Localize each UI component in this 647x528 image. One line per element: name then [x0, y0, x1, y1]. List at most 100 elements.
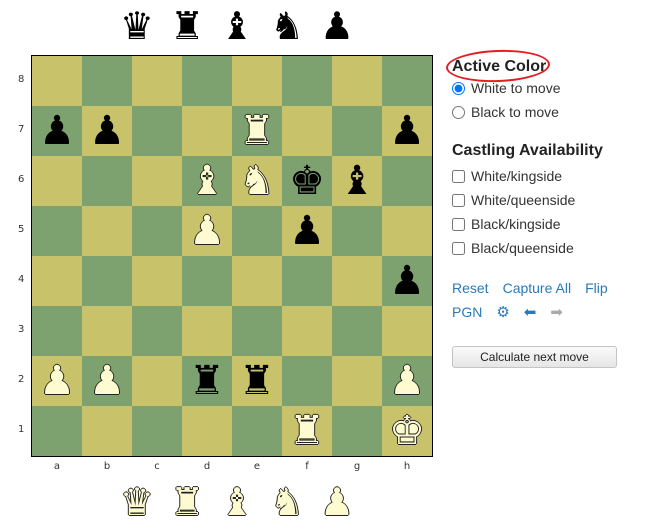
square-a1[interactable]: [32, 406, 82, 456]
arrow-left-icon[interactable]: ⬅: [524, 303, 537, 321]
square-e8[interactable]: [232, 56, 282, 106]
capture-all-link[interactable]: Capture All: [503, 280, 571, 296]
square-f5[interactable]: ♟: [282, 206, 332, 256]
white-queenside-checkbox[interactable]: [452, 193, 465, 207]
black-to-move-radio[interactable]: [452, 105, 465, 119]
white-pawn-icon[interactable]: ♟: [389, 361, 425, 401]
square-d6[interactable]: ♝: [182, 156, 232, 206]
square-h1[interactable]: ♚: [382, 406, 432, 456]
square-f1[interactable]: ♜: [282, 406, 332, 456]
white-spare-queen-icon[interactable]: ♛: [112, 480, 162, 524]
square-b2[interactable]: ♟: [82, 356, 132, 406]
square-b6[interactable]: [82, 156, 132, 206]
white-to-move-option[interactable]: White to move: [452, 76, 642, 100]
square-g3[interactable]: [332, 306, 382, 356]
reset-link[interactable]: Reset: [452, 280, 489, 296]
square-e7[interactable]: ♜: [232, 106, 282, 156]
white-to-move-radio[interactable]: [452, 81, 465, 95]
black-kingside-checkbox[interactable]: [452, 217, 465, 231]
square-f3[interactable]: [282, 306, 332, 356]
square-h2[interactable]: ♟: [382, 356, 432, 406]
white-queenside-option[interactable]: White/queenside: [452, 188, 642, 212]
square-b3[interactable]: [82, 306, 132, 356]
square-h7[interactable]: ♟: [382, 106, 432, 156]
square-b1[interactable]: [82, 406, 132, 456]
square-h4[interactable]: ♟: [382, 256, 432, 306]
black-pawn-icon[interactable]: ♟: [389, 261, 425, 301]
white-pawn-icon[interactable]: ♟: [39, 361, 75, 401]
black-king-icon[interactable]: ♚: [289, 161, 325, 201]
square-d3[interactable]: [182, 306, 232, 356]
square-a5[interactable]: [32, 206, 82, 256]
white-bishop-icon[interactable]: ♝: [189, 161, 225, 201]
square-c4[interactable]: [132, 256, 182, 306]
square-c7[interactable]: [132, 106, 182, 156]
square-d1[interactable]: [182, 406, 232, 456]
black-queenside-checkbox[interactable]: [452, 241, 465, 255]
white-spare-knight-icon[interactable]: ♞: [262, 480, 312, 524]
square-b7[interactable]: ♟: [82, 106, 132, 156]
calculate-next-move-button[interactable]: Calculate next move: [452, 346, 617, 368]
black-spare-knight-icon[interactable]: ♞: [262, 4, 312, 48]
square-f6[interactable]: ♚: [282, 156, 332, 206]
black-pawn-icon[interactable]: ♟: [39, 111, 75, 151]
black-to-move-option[interactable]: Black to move: [452, 100, 642, 124]
square-c6[interactable]: [132, 156, 182, 206]
square-c8[interactable]: [132, 56, 182, 106]
square-a2[interactable]: ♟: [32, 356, 82, 406]
white-pawn-icon[interactable]: ♟: [189, 211, 225, 251]
black-pawn-icon[interactable]: ♟: [89, 111, 125, 151]
square-f7[interactable]: [282, 106, 332, 156]
square-g2[interactable]: [332, 356, 382, 406]
square-h8[interactable]: [382, 56, 432, 106]
square-d7[interactable]: [182, 106, 232, 156]
square-d4[interactable]: [182, 256, 232, 306]
square-g5[interactable]: [332, 206, 382, 256]
square-d2[interactable]: ♜: [182, 356, 232, 406]
square-c5[interactable]: [132, 206, 182, 256]
square-e1[interactable]: [232, 406, 282, 456]
gear-icon[interactable]: ⚙: [496, 303, 509, 321]
black-queenside-option[interactable]: Black/queenside: [452, 236, 642, 260]
square-c3[interactable]: [132, 306, 182, 356]
white-spare-rook-icon[interactable]: ♜: [162, 480, 212, 524]
square-f8[interactable]: [282, 56, 332, 106]
square-d5[interactable]: ♟: [182, 206, 232, 256]
black-pawn-icon[interactable]: ♟: [289, 211, 325, 251]
square-b4[interactable]: [82, 256, 132, 306]
square-a4[interactable]: [32, 256, 82, 306]
black-spare-pawn-icon[interactable]: ♟: [312, 4, 362, 48]
square-c1[interactable]: [132, 406, 182, 456]
square-h3[interactable]: [382, 306, 432, 356]
arrow-right-icon[interactable]: ➡: [550, 303, 563, 321]
white-rook-icon[interactable]: ♜: [289, 411, 325, 451]
black-rook-icon[interactable]: ♜: [239, 361, 275, 401]
flip-link[interactable]: Flip: [585, 280, 608, 296]
white-kingside-option[interactable]: White/kingside: [452, 164, 642, 188]
white-spare-bishop-icon[interactable]: ♝: [212, 480, 262, 524]
square-a3[interactable]: [32, 306, 82, 356]
square-b5[interactable]: [82, 206, 132, 256]
square-g8[interactable]: [332, 56, 382, 106]
black-bishop-icon[interactable]: ♝: [339, 161, 375, 201]
white-king-icon[interactable]: ♚: [389, 411, 425, 451]
square-e4[interactable]: [232, 256, 282, 306]
square-f2[interactable]: [282, 356, 332, 406]
pgn-link[interactable]: PGN: [452, 304, 482, 320]
white-knight-icon[interactable]: ♞: [239, 161, 275, 201]
square-g4[interactable]: [332, 256, 382, 306]
square-e5[interactable]: [232, 206, 282, 256]
black-spare-bishop-icon[interactable]: ♝: [212, 4, 262, 48]
square-e3[interactable]: [232, 306, 282, 356]
white-rook-icon[interactable]: ♜: [239, 111, 275, 151]
black-spare-rook-icon[interactable]: ♜: [162, 4, 212, 48]
square-b8[interactable]: [82, 56, 132, 106]
black-kingside-option[interactable]: Black/kingside: [452, 212, 642, 236]
square-a7[interactable]: ♟: [32, 106, 82, 156]
white-pawn-icon[interactable]: ♟: [89, 361, 125, 401]
black-rook-icon[interactable]: ♜: [189, 361, 225, 401]
square-g6[interactable]: ♝: [332, 156, 382, 206]
square-d8[interactable]: [182, 56, 232, 106]
square-e6[interactable]: ♞: [232, 156, 282, 206]
square-a6[interactable]: [32, 156, 82, 206]
